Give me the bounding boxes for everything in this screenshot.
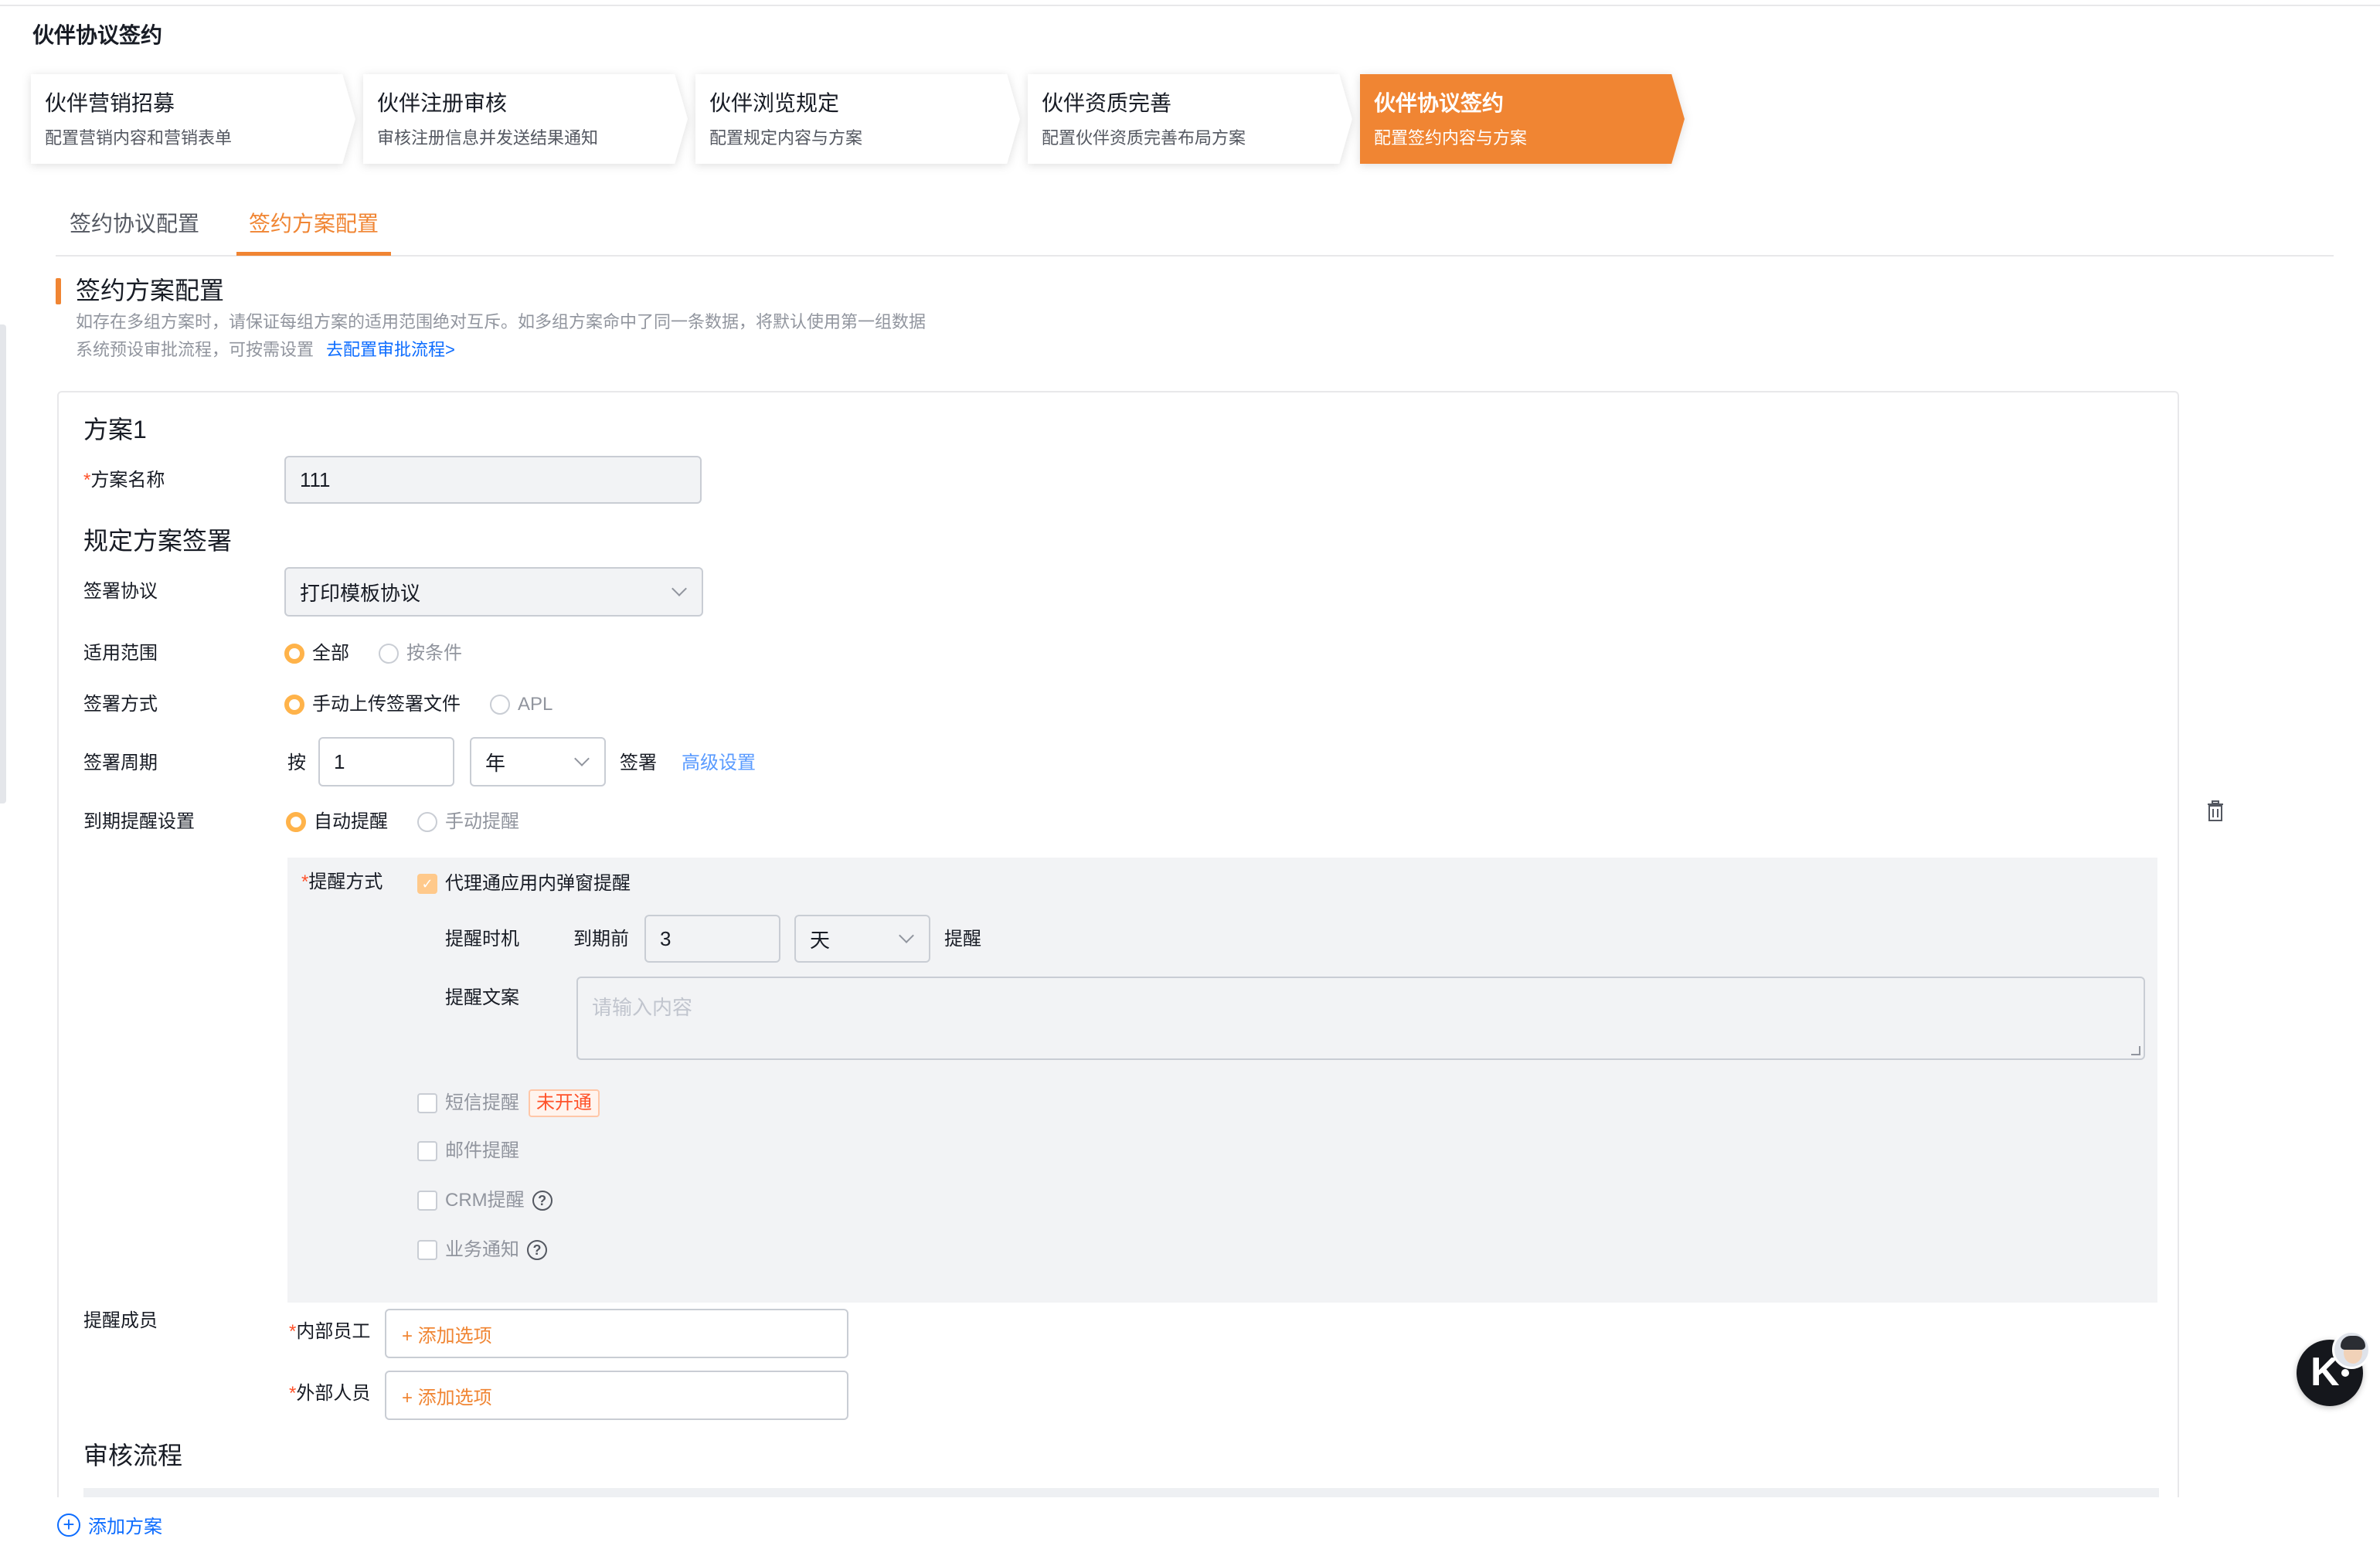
agreement-label: 签署协议 xyxy=(83,581,158,602)
chevron-down-icon xyxy=(672,581,687,596)
scope-radio-conditional[interactable]: 按条件 xyxy=(379,641,462,666)
cycle-unit-select[interactable]: 年 xyxy=(470,737,606,786)
agreement-select[interactable]: 打印模板协议 xyxy=(284,567,703,617)
radio-dot xyxy=(490,695,510,715)
step-desc: 配置签约内容与方案 xyxy=(1374,128,1528,148)
tabs-divider xyxy=(56,255,2334,257)
chevron-down-icon xyxy=(899,928,914,943)
step-title: 伙伴营销招募 xyxy=(45,91,175,115)
timing-number-input[interactable]: 3 xyxy=(644,915,780,963)
method-radio-manual-upload[interactable]: 手动上传签署文件 xyxy=(284,692,461,717)
resize-handle-icon[interactable] xyxy=(2131,1046,2140,1055)
plan-title: 方案1 xyxy=(83,416,147,443)
step-desc: 配置营销内容和营销表单 xyxy=(45,128,233,148)
section-hint-approval: 系统预设审批流程，可按需设置 去配置审批流程> xyxy=(76,338,455,362)
plan-name-label: *方案名称 xyxy=(83,470,165,491)
popup-reminder-checkbox[interactable]: ✓ 代理通应用内弹窗提醒 xyxy=(417,871,631,896)
remind-method-label: *提醒方式 xyxy=(301,871,383,892)
copy-label: 提醒文案 xyxy=(445,987,519,1008)
timing-label: 提醒时机 xyxy=(445,929,519,950)
section-title: 签约方案配置 xyxy=(76,277,225,304)
email-reminder-checkbox[interactable]: 邮件提醒 xyxy=(417,1139,519,1164)
chevron-down-icon xyxy=(574,751,590,766)
review-flow-panel xyxy=(83,1488,2159,1497)
external-staff-add-field[interactable]: + 添加选项 xyxy=(385,1371,848,1420)
sms-reminder-checkbox[interactable]: 短信提醒 未开通 xyxy=(417,1089,600,1117)
agreement-selected-value: 打印模板协议 xyxy=(300,581,421,605)
internal-staff-add-field[interactable]: + 添加选项 xyxy=(385,1309,848,1358)
review-flow-heading: 审核流程 xyxy=(83,1442,183,1469)
step-title: 伙伴协议签约 xyxy=(1374,91,1504,115)
radio-dot xyxy=(379,644,399,664)
members-label: 提醒成员 xyxy=(83,1310,158,1331)
radio-dot xyxy=(286,812,306,832)
advanced-settings-link[interactable]: 高级设置 xyxy=(682,751,756,776)
expiry-radio-auto[interactable]: 自动提醒 xyxy=(286,810,388,834)
expiry-label: 到期提醒设置 xyxy=(83,811,195,832)
step-qualification[interactable]: 伙伴资质完善 配置伙伴资质完善布局方案 xyxy=(1028,74,1352,164)
cycle-number-input[interactable]: 1 xyxy=(318,737,454,786)
reminder-copy-textarea[interactable]: 请输入内容 xyxy=(576,977,2145,1060)
cycle-prefix: 按 xyxy=(287,753,306,773)
method-label: 签署方式 xyxy=(83,694,158,715)
radio-dot xyxy=(417,812,437,832)
section-hint-exclusive: 如存在多组方案时，请保证每组方案的适用范围绝对互斥。如多组方案命中了同一条数据，… xyxy=(76,312,926,331)
step-title: 伙伴浏览规定 xyxy=(709,91,840,115)
tab-agreement-config[interactable]: 签约协议配置 xyxy=(70,210,199,238)
rules-heading: 规定方案签署 xyxy=(83,527,233,555)
add-plan-button[interactable]: + 添加方案 xyxy=(57,1511,162,1538)
timing-unit-value: 天 xyxy=(810,928,831,952)
reminder-settings-panel xyxy=(287,858,2157,1303)
timing-prefix: 到期前 xyxy=(573,929,629,950)
step-desc: 配置伙伴资质完善布局方案 xyxy=(1042,128,1246,148)
section-accent-bar xyxy=(56,278,61,304)
step-title: 伙伴注册审核 xyxy=(377,91,508,115)
crm-reminder-checkbox[interactable]: CRM提醒 ? xyxy=(417,1188,552,1213)
step-marketing-recruit[interactable]: 伙伴营销招募 配置营销内容和营销表单 xyxy=(31,74,355,164)
active-tab-indicator xyxy=(236,252,391,256)
question-circle-icon[interactable]: ? xyxy=(532,1191,552,1211)
plus-circle-icon: + xyxy=(57,1513,80,1537)
question-circle-icon[interactable]: ? xyxy=(527,1240,547,1260)
plan-name-input[interactable]: 111 xyxy=(284,456,702,504)
cycle-label: 签署周期 xyxy=(83,753,158,773)
scope-label: 适用范围 xyxy=(83,643,158,664)
cycle-unit-value: 年 xyxy=(485,751,506,775)
step-desc: 审核注册信息并发送结果通知 xyxy=(377,128,599,148)
radio-dot xyxy=(284,644,304,664)
timing-suffix: 提醒 xyxy=(944,929,981,950)
expiry-radio-manual[interactable]: 手动提醒 xyxy=(417,810,519,834)
not-enabled-badge: 未开通 xyxy=(529,1089,600,1117)
step-title: 伙伴资质完善 xyxy=(1042,91,1172,115)
trash-icon[interactable] xyxy=(2207,800,2224,822)
hint-text: 系统预设审批流程，可按需设置 xyxy=(76,340,314,359)
internal-staff-label: *内部员工 xyxy=(289,1321,371,1342)
tab-plan-config[interactable]: 签约方案配置 xyxy=(249,210,379,238)
radio-dot xyxy=(284,695,304,715)
step-register-review[interactable]: 伙伴注册审核 审核注册信息并发送结果通知 xyxy=(363,74,688,164)
step-browse-rules[interactable]: 伙伴浏览规定 配置规定内容与方案 xyxy=(695,74,1020,164)
step-desc: 配置规定内容与方案 xyxy=(709,128,863,148)
left-scrollbar[interactable] xyxy=(0,324,6,803)
business-notice-checkbox[interactable]: 业务通知 ? xyxy=(417,1238,547,1262)
scope-radio-all[interactable]: 全部 xyxy=(284,641,349,666)
step-agreement-signing[interactable]: 伙伴协议签约 配置签约内容与方案 xyxy=(1360,74,1685,164)
method-radio-apl[interactable]: APL xyxy=(490,692,552,717)
external-staff-label: *外部人员 xyxy=(289,1383,371,1404)
avatar[interactable] xyxy=(2332,1330,2371,1369)
config-approval-link[interactable]: 去配置审批流程> xyxy=(326,338,455,362)
cycle-suffix: 签署 xyxy=(620,753,657,773)
textarea-placeholder: 请输入内容 xyxy=(592,996,693,1019)
timing-unit-select[interactable]: 天 xyxy=(794,915,930,963)
top-divider xyxy=(0,5,2380,6)
check-icon: ✓ xyxy=(417,874,437,894)
page-title: 伙伴协议签约 xyxy=(32,23,163,47)
